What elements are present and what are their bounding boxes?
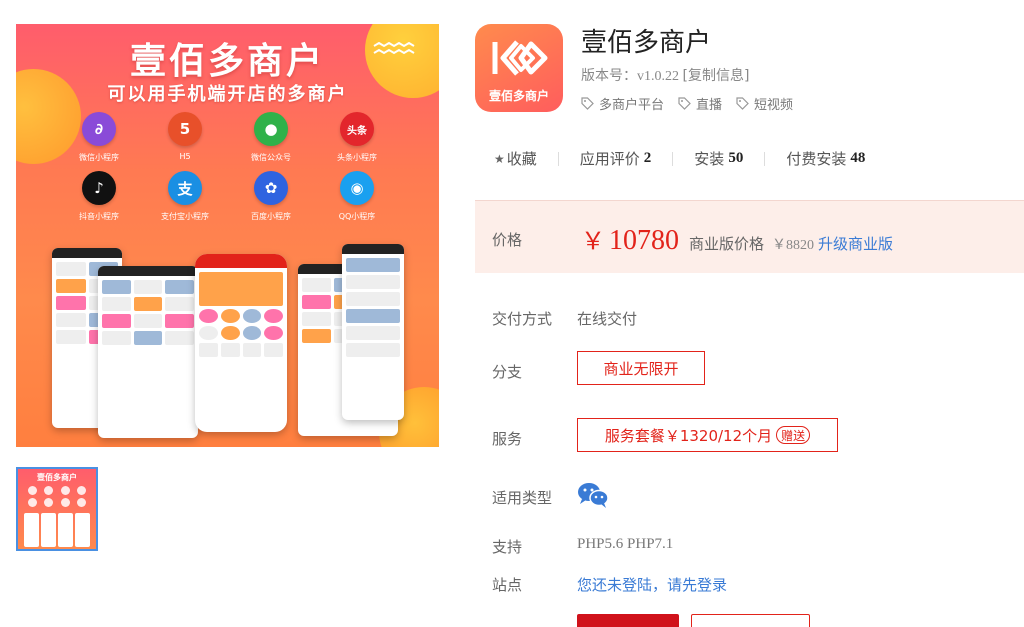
product-banner: 壹佰多商户 可以用手机端开店的多商户 ∂ 微信小程序 5 H5 ● 微信公众号 …	[16, 24, 439, 447]
price-values: ￥ 10780 商业版价格 ￥8820 升级商业版	[581, 221, 893, 257]
buy-button[interactable]	[577, 614, 679, 627]
price-panel: 价格 ￥ 10780 商业版价格 ￥8820 升级商业版	[475, 200, 1024, 273]
platform-label: 头条小程序	[337, 153, 377, 162]
service-option-label: 服务套餐￥1320/12个月	[604, 426, 773, 445]
branch-option-label: 商业无限开	[603, 359, 679, 378]
delivery-value: 在线交付	[577, 310, 638, 328]
tag-icon	[678, 97, 691, 110]
logo-mark-icon	[492, 40, 548, 76]
support-value: PHP5.6 PHP7.1	[577, 536, 674, 552]
currency-symbol: ￥	[581, 229, 605, 255]
divider	[672, 151, 674, 166]
tag-label: 短视频	[754, 98, 794, 113]
platform-label: 支付宝小程序	[161, 212, 209, 221]
service-label: 服务	[492, 430, 523, 448]
tag-label: 多商户平台	[599, 98, 665, 113]
tag-item[interactable]: 多商户平台	[581, 94, 664, 113]
qq-icon: ◉	[340, 171, 374, 205]
douyin-icon: ♪	[82, 171, 116, 205]
business-price-label: 商业版价格	[689, 235, 765, 253]
gift-badge: 赠送	[776, 426, 811, 444]
rating-label: 应用评价	[579, 150, 640, 168]
version-line: 版本号：v1.0.22 [复制信息]	[581, 65, 749, 85]
tag-label: 直播	[696, 98, 723, 113]
platform-label: H5	[179, 152, 191, 161]
html5-icon: 5	[168, 112, 202, 146]
phone-mockup	[342, 244, 404, 420]
app-logo-label: 壹佰多商户	[488, 89, 549, 103]
platform-label: 微信公众号	[251, 153, 291, 162]
tag-list: 多商户平台 直播 短视频	[581, 94, 793, 113]
banner-title: 壹佰多商户	[129, 41, 325, 82]
baidu-icon: ✿	[254, 171, 288, 205]
app-name: 壹佰多商户	[581, 28, 712, 58]
wechat-icon	[578, 483, 609, 508]
phone-mockup	[98, 266, 198, 438]
paid-install-stat: 付费安装 48	[786, 148, 865, 169]
add-to-cart-button[interactable]	[691, 614, 810, 627]
platform-label: 微信小程序	[79, 153, 119, 162]
platform-grid: ∂ 微信小程序 5 H5 ● 微信公众号 头条 头条小程序 ♪ 抖音小程序 支	[56, 112, 400, 230]
thumbnail-screens	[24, 513, 90, 547]
paid-install-label: 付费安装	[786, 150, 847, 168]
delivery-label: 交付方式	[492, 310, 553, 328]
install-stat: 安装 50	[694, 148, 743, 169]
copy-info-link[interactable]: [复制信息]	[683, 68, 750, 84]
tag-item[interactable]: 直播	[678, 94, 722, 113]
platform-label: 百度小程序	[251, 212, 291, 221]
thumbnail-icons	[26, 486, 88, 507]
toutiao-icon: 头条	[340, 112, 374, 146]
platform-label: 抖音小程序	[79, 212, 119, 221]
version-label: 版本号：	[581, 68, 637, 84]
star-icon: ★	[494, 151, 505, 166]
branch-option-button[interactable]: 商业无限开	[577, 351, 705, 385]
platform-item: ◉ QQ小程序	[314, 171, 400, 222]
wechat-official-icon: ●	[254, 112, 288, 146]
support-label: 支持	[492, 538, 523, 556]
phone-mockups	[52, 242, 404, 447]
site-label: 站点	[492, 576, 523, 594]
business-price: ￥8820	[772, 238, 815, 253]
paid-install-count: 48	[850, 150, 866, 166]
version-number: v1.0.22	[637, 69, 679, 84]
wechat-miniprogram-icon: ∂	[82, 112, 116, 146]
favorite-button[interactable]: ★ 收藏	[494, 148, 537, 169]
install-count: 50	[728, 150, 744, 166]
divider	[764, 151, 766, 166]
platform-item: ● 微信公众号	[228, 112, 314, 163]
favorite-label: 收藏	[506, 150, 537, 168]
price-amount: 10780	[609, 225, 679, 256]
banner-subtitle: 可以用手机端开店的多商户	[107, 84, 348, 105]
app-logo: 壹佰多商户	[475, 24, 563, 112]
login-link[interactable]: 您还未登陆，请先登录	[577, 574, 727, 595]
install-label: 安装	[694, 150, 725, 168]
platform-item: ✿ 百度小程序	[228, 171, 314, 222]
platform-item: 支 支付宝小程序	[142, 171, 228, 222]
price-label: 价格	[492, 231, 523, 249]
branch-label: 分支	[492, 363, 523, 381]
tag-icon	[581, 97, 594, 110]
alipay-icon: 支	[168, 171, 202, 205]
platform-label: QQ小程序	[338, 212, 376, 221]
upgrade-link[interactable]: 升级商业版	[818, 233, 893, 254]
type-label: 适用类型	[492, 489, 553, 507]
platform-item: ♪ 抖音小程序	[56, 171, 142, 222]
tag-icon	[736, 97, 749, 110]
phone-mockup	[195, 254, 287, 432]
platform-item: ∂ 微信小程序	[56, 112, 142, 163]
platform-item: 头条 头条小程序	[314, 112, 400, 163]
divider	[557, 151, 559, 166]
platform-item: 5 H5	[142, 112, 228, 163]
service-option-button[interactable]: 服务套餐￥1320/12个月 赠送	[577, 418, 838, 452]
thumbnail-title: 壹佰多商户	[37, 473, 77, 482]
rating-count: 2	[643, 150, 652, 166]
tag-item[interactable]: 短视频	[736, 94, 793, 113]
stats-bar: ★ 收藏 应用评价 2 安装 50 付费安装 48	[494, 148, 865, 169]
banner-thumbnail[interactable]: 壹佰多商户	[16, 467, 98, 551]
rating-stat[interactable]: 应用评价 2	[580, 148, 652, 169]
